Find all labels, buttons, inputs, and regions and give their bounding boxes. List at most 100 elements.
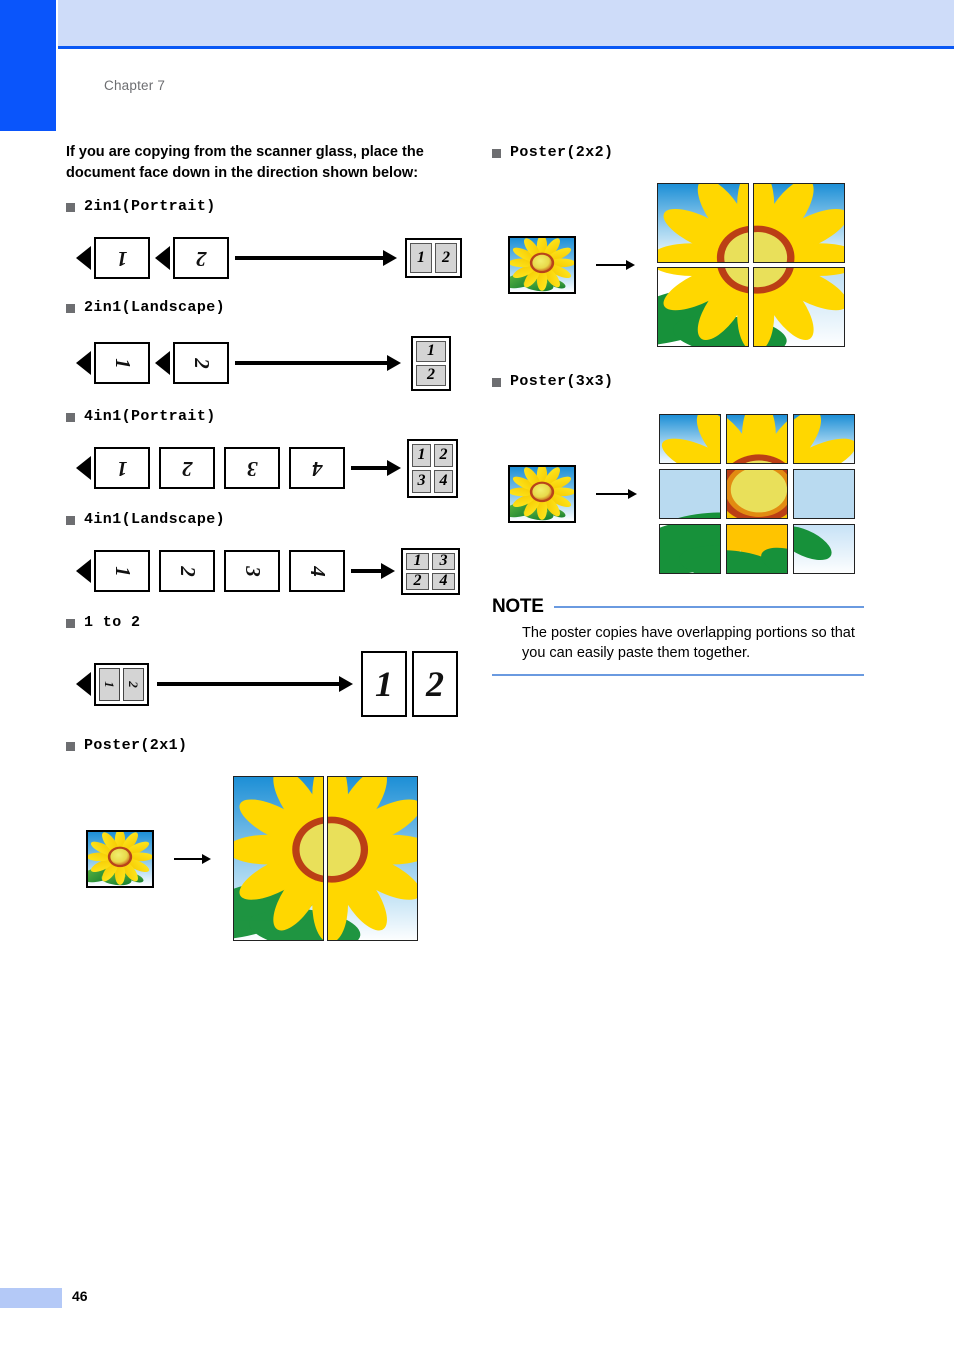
source-sheet: 2 (173, 342, 229, 384)
option-label: Poster(2x1) (84, 737, 188, 754)
poster-tile (233, 776, 324, 941)
chapter-label: Chapter 7 (104, 78, 166, 93)
sunflower-thumbnail-icon (510, 238, 574, 292)
sunflower-thumbnail-icon (88, 831, 152, 886)
option-label: 2in1(Landscape) (84, 299, 226, 316)
source-sheet: 4 (289, 550, 345, 592)
page-number: 46 (72, 1288, 88, 1304)
option-label: 4in1(Landscape) (84, 511, 226, 528)
source-sheet: 1 (94, 447, 150, 489)
sunflower-tile-icon (234, 777, 323, 940)
result-page-2in1-portrait: 1 2 (405, 238, 462, 278)
result-sheet-2: 2 (412, 651, 458, 717)
result-cell: 1 (406, 552, 429, 570)
sunflower-tile-icon (794, 415, 854, 463)
result-cell: 3 (412, 469, 431, 493)
feed-direction-triangle-icon (76, 351, 91, 375)
intro-paragraph: If you are copying from the scanner glas… (66, 144, 424, 181)
feed-direction-triangle-icon (76, 246, 91, 270)
sheet-glyph: 2 (126, 680, 141, 688)
source-sheet: 1 (94, 550, 150, 592)
feed-direction-triangle-icon (76, 456, 91, 480)
result-page-4in1-portrait: 1 2 3 4 (407, 438, 458, 498)
sheet-glyph: 2 (181, 456, 193, 481)
sheet-glyph: 1 (110, 357, 135, 369)
sunflower-tile-icon (794, 470, 854, 518)
result-cell: 2 (435, 243, 457, 273)
sunflower-tile-icon (658, 268, 748, 346)
diagram-poster-2x1 (86, 776, 466, 941)
sunflower-tile-icon (754, 184, 844, 262)
square-bullet-icon (66, 203, 75, 212)
poster-tile (753, 183, 845, 263)
diagram-4in1-landscape: 1 2 3 4 1 3 2 4 (76, 542, 466, 600)
result-page-2in1-landscape: 1 2 (411, 335, 451, 391)
feed-direction-triangle-icon (76, 559, 91, 583)
sunflower-tile-icon (660, 470, 720, 518)
option-heading-2in1-portrait: 2in1(Portrait) (66, 198, 466, 215)
result-cell: 4 (434, 469, 453, 493)
sheet-glyph: 2 (189, 357, 214, 369)
poster-tile (793, 469, 855, 519)
option-label: 4in1(Portrait) (84, 408, 216, 425)
poster-tile (793, 524, 855, 574)
transform-arrow-icon (235, 250, 397, 266)
source-sheet: 3 (224, 447, 280, 489)
transform-arrow-icon (351, 563, 395, 579)
option-label: Poster(2x2) (510, 144, 614, 161)
sunflower-center-tile-icon (727, 470, 787, 518)
note-block: NOTE The poster copies have overlapping … (492, 596, 864, 676)
source-page-pair: 1 2 (94, 662, 149, 706)
square-bullet-icon (492, 378, 501, 387)
result-cell: 1 (416, 340, 446, 362)
sheet-glyph: 4 (311, 456, 323, 481)
left-column: If you are copying from the scanner glas… (66, 142, 466, 941)
poster-tile-icon (727, 525, 787, 573)
note-top-rule (553, 606, 864, 608)
source-thumbnail (508, 236, 576, 294)
transform-arrow-icon (351, 460, 401, 476)
poster-tile-icon (660, 525, 720, 573)
source-sheet: 3 (224, 550, 280, 592)
footer-tab (0, 1288, 62, 1308)
result-cell: 3 (432, 552, 455, 570)
header-band (58, 0, 954, 46)
poster-tile (659, 524, 721, 574)
square-bullet-icon (66, 619, 75, 628)
poster-tile (726, 469, 788, 519)
result-sheet-1: 1 (361, 651, 407, 717)
result-cell: 2 (416, 364, 446, 386)
diagram-4in1-portrait: 1 2 3 4 1 2 3 4 (76, 438, 466, 498)
sunflower-tile-icon (658, 184, 748, 262)
sheet-glyph: 2 (195, 246, 207, 271)
transform-arrow-icon (596, 260, 635, 270)
result-cell: 2 (434, 443, 453, 467)
poster-tile (659, 414, 721, 464)
poster-tile (793, 414, 855, 464)
sheet-glyph: 1 (116, 246, 128, 271)
poster-tile (726, 414, 788, 464)
square-bullet-icon (66, 516, 75, 525)
source-sheet: 1 (94, 237, 150, 279)
poster-tile (327, 776, 418, 941)
source-sheet: 4 (289, 447, 345, 489)
sunflower-tile-icon (328, 777, 417, 940)
chapter-tab (0, 0, 56, 131)
sunflower-tile-icon (660, 415, 720, 463)
note-title: NOTE (492, 596, 544, 617)
source-sheet: 1 (94, 342, 150, 384)
transform-arrow-icon (157, 676, 353, 692)
sheet-glyph: 4 (305, 565, 330, 577)
poster-tile-icon (794, 525, 854, 573)
source-mini-page: 1 (99, 667, 120, 701)
sheet-glyph: 3 (240, 565, 265, 577)
option-heading-poster-3x3: Poster(3x3) (492, 373, 892, 390)
result-cell: 1 (410, 243, 432, 273)
option-heading-4in1-landscape: 4in1(Landscape) (66, 511, 466, 528)
note-header: NOTE (492, 596, 864, 618)
sunflower-tile-icon (727, 415, 787, 463)
source-thumbnail (86, 829, 154, 888)
poster-tiles-3x3 (659, 414, 855, 574)
poster-tile (726, 524, 788, 574)
header-rule (58, 46, 954, 49)
